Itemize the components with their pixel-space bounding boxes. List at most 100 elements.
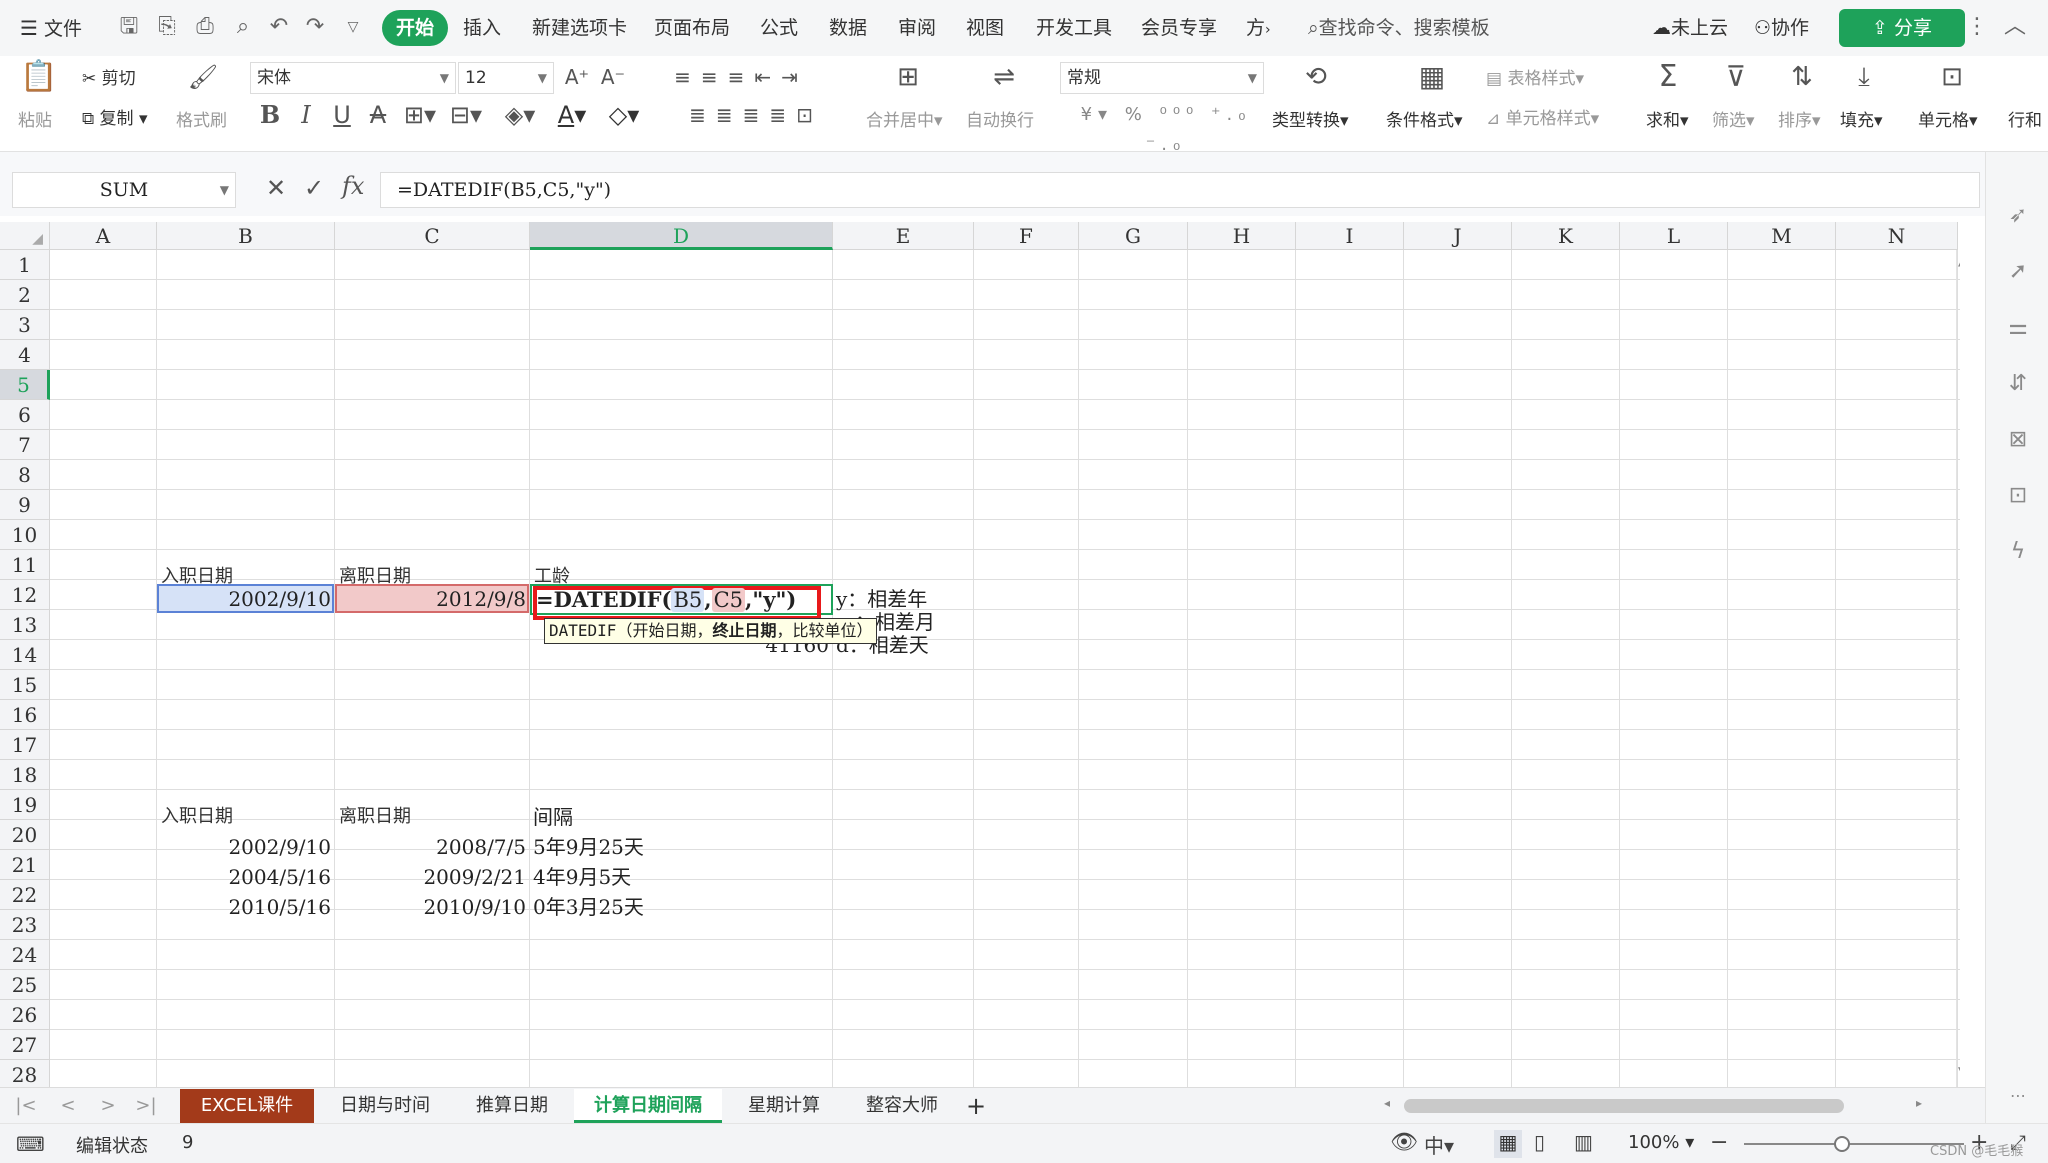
row-col-button[interactable]: 行和: [2008, 106, 2042, 131]
more-options-icon[interactable]: ⋮: [1962, 12, 1992, 42]
sheet-tab-excel[interactable]: EXCEL课件: [180, 1089, 314, 1123]
filter-icon[interactable]: ⊽: [1718, 62, 1754, 92]
input-method-icon[interactable]: 中▾: [1424, 1130, 1454, 1159]
book-search-icon[interactable]: ⊡: [2004, 482, 2032, 510]
row-header-5[interactable]: 5: [0, 370, 50, 400]
paste-icon[interactable]: 📋: [20, 62, 57, 92]
zoom-slider-thumb[interactable]: [1834, 1136, 1850, 1152]
settings-slider-icon[interactable]: ⚌: [2004, 314, 2032, 342]
row-header-17[interactable]: 17: [0, 730, 50, 760]
cell-b14[interactable]: 2004/5/16: [157, 862, 334, 892]
more-dots-icon[interactable]: ⋯: [2004, 1082, 2032, 1110]
clear-icon[interactable]: ◇▾: [604, 100, 644, 130]
fill-icon[interactable]: ⤓: [1846, 62, 1882, 92]
number-format-select[interactable]: 常规 ▼: [1060, 62, 1264, 94]
row-header-27[interactable]: 27: [0, 1030, 50, 1060]
redo-icon[interactable]: ↷: [300, 12, 330, 42]
cell-c12[interactable]: 离职日期: [339, 802, 411, 832]
cond-format-icon[interactable]: ▦: [1412, 62, 1452, 92]
column-header-g[interactable]: G: [1079, 222, 1188, 250]
cell-d15[interactable]: 0年3月25天: [533, 892, 644, 922]
last-sheet-icon[interactable]: >|: [134, 1089, 158, 1123]
select-all-corner[interactable]: ◢: [0, 222, 50, 250]
row-header-8[interactable]: 8: [0, 460, 50, 490]
cell-c15[interactable]: 2010/9/10: [335, 892, 529, 922]
image-panel-icon[interactable]: ⊠: [2004, 426, 2032, 454]
column-header-a[interactable]: A: [50, 222, 157, 250]
paste-button[interactable]: 粘贴: [18, 106, 52, 131]
sheet-tab-active[interactable]: 计算日期间隔: [574, 1089, 722, 1123]
horizontal-scrollbar[interactable]: ◂ ▸: [1360, 1096, 1970, 1116]
cell-c13[interactable]: 2008/7/5: [335, 832, 529, 862]
scroll-right-icon[interactable]: ▸: [1916, 1096, 1922, 1110]
sort-icon[interactable]: ⇅: [1784, 62, 1820, 92]
cell-d14[interactable]: 4年9月5天: [533, 862, 631, 892]
column-header-n[interactable]: N: [1836, 222, 1958, 250]
print-icon[interactable]: ⎙: [190, 12, 220, 42]
row-header-16[interactable]: 16: [0, 700, 50, 730]
column-header-i[interactable]: I: [1296, 222, 1404, 250]
row-header-23[interactable]: 23: [0, 910, 50, 940]
font-size-select[interactable]: 12 ▼: [458, 62, 554, 94]
type-convert-button[interactable]: 类型转换▾: [1272, 106, 1349, 131]
row-header-9[interactable]: 9: [0, 490, 50, 520]
column-header-c[interactable]: C: [335, 222, 530, 250]
column-header-d[interactable]: D: [530, 222, 833, 250]
sheet-tab-datetime[interactable]: 日期与时间: [320, 1089, 450, 1123]
row-header-20[interactable]: 20: [0, 820, 50, 850]
zoom-out-icon[interactable]: −: [1710, 1130, 1728, 1155]
row-header-1[interactable]: 1: [0, 250, 50, 280]
cloud-status[interactable]: ☁未上云: [1652, 10, 1728, 46]
align-top-icons[interactable]: ≡≡≡⇤⇥: [666, 62, 816, 92]
underline-icon[interactable]: U: [328, 100, 356, 130]
next-sheet-icon[interactable]: >: [96, 1089, 120, 1123]
rocket-icon[interactable]: ➶: [2004, 202, 2032, 230]
lightning-icon[interactable]: ϟ: [2004, 538, 2032, 566]
sort-panel-icon[interactable]: ⇵: [2004, 370, 2032, 398]
cell-button[interactable]: 单元格▾: [1918, 106, 1978, 131]
merge-center-icon[interactable]: ⊞: [888, 62, 928, 92]
cell-b12[interactable]: 入职日期: [161, 802, 233, 832]
sort-button[interactable]: 排序▾: [1778, 106, 1821, 131]
merge-cells-icon[interactable]: ⊟▾: [446, 100, 486, 130]
sum-button[interactable]: 求和▾: [1646, 106, 1689, 131]
cell-d13[interactable]: 5年9月25天: [533, 832, 644, 862]
tab-data[interactable]: 数据: [829, 10, 867, 46]
cell-b5[interactable]: 2002/9/10: [157, 584, 334, 614]
border-icon[interactable]: ⊞▾: [400, 100, 440, 130]
share-button[interactable]: ⇪ 分享: [1839, 9, 1965, 47]
column-header-j[interactable]: J: [1404, 222, 1512, 250]
insert-function-icon[interactable]: fx: [342, 172, 364, 200]
zoom-level[interactable]: 100% ▾: [1628, 1132, 1694, 1153]
row-header-4[interactable]: 4: [0, 340, 50, 370]
page-break-view-icon[interactable]: ▥: [1574, 1130, 1593, 1154]
row-header-28[interactable]: 28: [0, 1060, 50, 1087]
scroll-up-icon[interactable]: ▲: [1958, 254, 1960, 268]
confirm-icon[interactable]: ✓: [304, 174, 324, 202]
row-header-25[interactable]: 25: [0, 970, 50, 1000]
cut-button[interactable]: ✂ 剪切: [82, 64, 136, 89]
fill-color-icon[interactable]: ◈▾: [500, 100, 540, 130]
row-header-11[interactable]: 11: [0, 550, 50, 580]
font-name-select[interactable]: 宋体 ▼: [250, 62, 456, 94]
format-painter-button[interactable]: 格式刷: [176, 106, 227, 131]
tab-review[interactable]: 审阅: [898, 10, 936, 46]
row-header-19[interactable]: 19: [0, 790, 50, 820]
cancel-icon[interactable]: ✕: [266, 174, 286, 202]
sheet-tab-master[interactable]: 整容大师: [846, 1089, 958, 1123]
wrap-text-button[interactable]: 自动换行: [966, 106, 1034, 131]
column-header-m[interactable]: M: [1728, 222, 1836, 250]
spreadsheet-grid[interactable]: ◢ ABCDEFGHIJKLMN 1 2 3 4 5 6 7 8 9 10 11 12 13 14 15 16…: [0, 222, 1960, 1087]
sheet-tab-calc-date[interactable]: 推算日期: [456, 1089, 568, 1123]
row-header-26[interactable]: 26: [0, 1000, 50, 1030]
tab-new[interactable]: 新建选项卡: [532, 10, 627, 46]
cell-d5-formula[interactable]: =DATEDIF(B5,C5,"y"): [536, 585, 796, 615]
cell-c5[interactable]: 2012/9/8: [335, 584, 529, 614]
row-header-2[interactable]: 2: [0, 280, 50, 310]
column-header-h[interactable]: H: [1188, 222, 1296, 250]
row-header-12[interactable]: 12: [0, 580, 50, 610]
sum-icon[interactable]: Σ: [1650, 62, 1686, 92]
scroll-down-icon[interactable]: ▼: [1958, 1064, 1960, 1078]
undo-icon[interactable]: ↶: [264, 12, 294, 42]
align-horizontal-icons[interactable]: ≣≣≣≣⊡: [666, 100, 846, 130]
